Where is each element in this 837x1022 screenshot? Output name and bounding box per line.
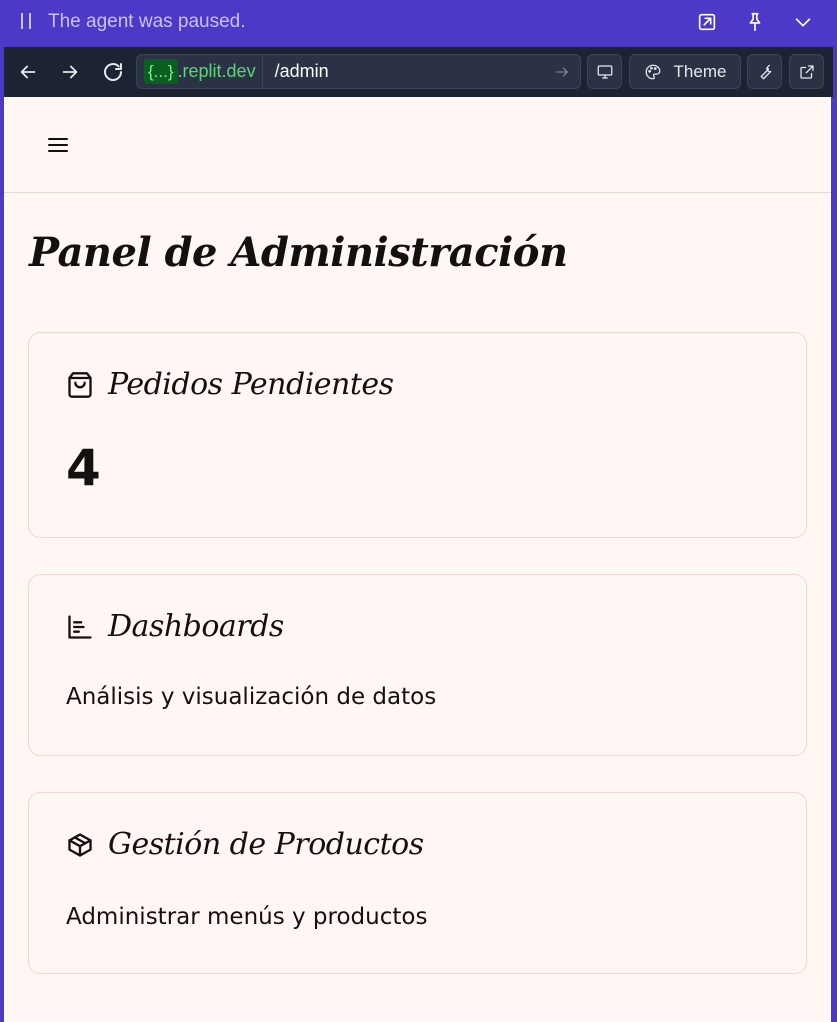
pause-icon[interactable] (18, 13, 34, 31)
card-title: Dashboards (108, 609, 284, 644)
devtools-button[interactable] (747, 54, 782, 89)
agent-status-bar: The agent was paused. (0, 0, 837, 44)
open-external-button[interactable] (789, 54, 824, 89)
chevron-down-icon[interactable] (791, 10, 815, 34)
theme-label: Theme (673, 61, 727, 81)
package-icon (68, 832, 92, 857)
pin-icon[interactable] (743, 10, 767, 34)
admin-page: Panel de Administración Pedidos Pendient… (4, 97, 831, 1022)
url-bar[interactable]: {...} .replit.dev /admin (136, 54, 581, 89)
card-description: Administrar menús y productos (66, 904, 428, 930)
menu-icon[interactable] (48, 135, 68, 153)
dashboards-card[interactable]: Dashboards Análisis y visualización de d… (28, 574, 807, 756)
browser-toolbar: {...} .replit.dev /admin Theme (4, 47, 833, 97)
product-management-card[interactable]: Gestión de Productos Administrar menús y… (28, 792, 807, 974)
card-title: Pedidos Pendientes (108, 367, 394, 402)
agent-status-text: The agent was paused. (48, 11, 246, 32)
open-in-new-icon[interactable] (695, 10, 719, 34)
page-title: Panel de Administración (29, 229, 568, 276)
pending-orders-card[interactable]: Pedidos Pendientes 4 (28, 332, 807, 538)
back-arrow-icon[interactable] (16, 60, 40, 84)
shopping-bag-icon (68, 371, 92, 398)
url-path[interactable]: /admin (275, 61, 329, 82)
go-arrow-icon[interactable] (554, 64, 570, 84)
monitor-icon (597, 64, 612, 79)
url-divider (261, 54, 263, 89)
external-link-icon (799, 64, 814, 79)
pending-orders-count: 4 (66, 439, 101, 497)
url-domain: .replit.dev (177, 61, 256, 81)
wrench-icon (760, 64, 771, 79)
reload-icon[interactable] (101, 60, 125, 84)
device-preview-button[interactable] (587, 54, 622, 89)
bar-chart-icon (68, 614, 92, 639)
top-navbar (4, 97, 831, 193)
forward-arrow-icon[interactable] (58, 60, 82, 84)
theme-button[interactable]: Theme (629, 54, 741, 89)
card-title: Gestión de Productos (108, 827, 424, 862)
card-description: Análisis y visualización de datos (66, 684, 437, 710)
url-domain-highlight: {...} (144, 59, 178, 84)
palette-icon (645, 64, 660, 79)
